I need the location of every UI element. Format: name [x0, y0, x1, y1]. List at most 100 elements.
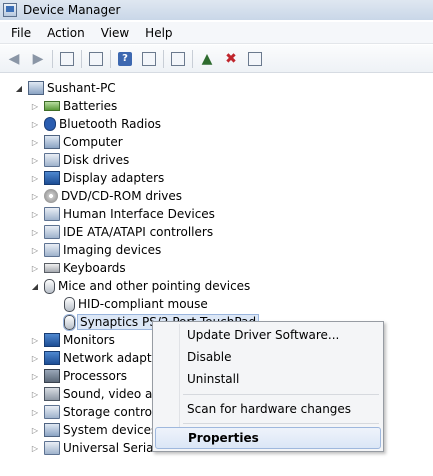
- tree-item-system-devices[interactable]: ▷ System devices: [30, 421, 157, 439]
- tree-item-label: Imaging devices: [63, 243, 162, 257]
- back-icon: ◀: [8, 50, 20, 67]
- tree-item-disk-drives[interactable]: ▷ Disk drives: [30, 151, 129, 169]
- scan-hardware-icon: [171, 51, 185, 66]
- tree-item-mice-pointing-devices[interactable]: ◢ Mice and other pointing devices: [30, 277, 250, 295]
- back-button[interactable]: ◀: [4, 49, 24, 69]
- context-menu: Update Driver Software... Disable Uninst…: [152, 321, 384, 452]
- expand-arrow-icon[interactable]: ▷: [30, 210, 40, 219]
- menu-file[interactable]: File: [4, 24, 38, 42]
- expand-arrow-icon[interactable]: ▷: [30, 228, 40, 237]
- expand-arrow-icon[interactable]: ▷: [30, 246, 40, 255]
- uninstall-button[interactable]: ✖: [221, 49, 241, 69]
- storage-controller-icon: [44, 405, 60, 419]
- uninstall-menu-item[interactable]: Uninstall: [155, 368, 381, 390]
- window-title: Device Manager: [23, 3, 121, 17]
- tree-item-label: Monitors: [63, 333, 115, 347]
- tree-item-human-interface-devices[interactable]: ▷ Human Interface Devices: [30, 205, 215, 223]
- expand-arrow-icon[interactable]: ▷: [30, 156, 40, 165]
- battery-icon: [44, 101, 60, 111]
- expand-arrow-icon[interactable]: ▷: [30, 426, 40, 435]
- tree-item-batteries[interactable]: ▷ Batteries: [30, 97, 117, 115]
- tree-item-label: Processors: [63, 369, 128, 383]
- expand-arrow-icon[interactable]: ▷: [30, 444, 40, 453]
- monitor-icon: [44, 333, 60, 347]
- menu-separator: [183, 394, 379, 395]
- expand-arrow-icon[interactable]: ▷: [30, 408, 40, 417]
- properties-button[interactable]: [86, 49, 106, 69]
- update-driver-icon: ▲: [201, 50, 213, 67]
- expand-arrow-icon[interactable]: ▷: [30, 120, 40, 129]
- menu-separator: [183, 423, 379, 424]
- tree-item-computer[interactable]: ▷ Computer: [30, 133, 123, 151]
- scan-hardware-button[interactable]: [168, 49, 188, 69]
- menu-help[interactable]: Help: [138, 24, 179, 42]
- toolbar-separator: [110, 49, 111, 68]
- tree-item-ide-controllers[interactable]: ▷ IDE ATA/ATAPI controllers: [30, 223, 213, 241]
- expand-arrow-icon[interactable]: ▷: [30, 138, 40, 147]
- mouse-icon: [63, 313, 76, 331]
- tree-item-label: Bluetooth Radios: [59, 117, 162, 131]
- dvd-drive-icon: [44, 189, 58, 203]
- network-adapter-icon: [44, 351, 60, 365]
- update-driver-software-menu-item[interactable]: Update Driver Software...: [155, 324, 381, 346]
- tree-item-display-adapters[interactable]: ▷ Display adapters: [30, 169, 164, 187]
- tree-item-imaging-devices[interactable]: ▷ Imaging devices: [30, 241, 161, 259]
- help-button[interactable]: ?: [115, 49, 135, 69]
- mouse-icon: [44, 278, 55, 294]
- tree-item-dvd-cd-rom-drives[interactable]: ▷ DVD/CD-ROM drives: [30, 187, 182, 205]
- expand-arrow-icon[interactable]: ▷: [30, 372, 40, 381]
- title-bar: Device Manager: [0, 0, 433, 20]
- computer-icon: [28, 81, 44, 95]
- forward-button[interactable]: ▶: [28, 49, 48, 69]
- usb-icon: [44, 441, 60, 455]
- tree-root[interactable]: ◢ Sushant-PC: [14, 79, 116, 97]
- forward-icon: ▶: [32, 50, 44, 67]
- action-pane-icon: [142, 51, 156, 66]
- collapse-arrow-icon[interactable]: ◢: [14, 84, 24, 93]
- show-hide-console-tree-button[interactable]: [57, 49, 77, 69]
- tree-item-processors[interactable]: ▷ Processors: [30, 367, 127, 385]
- expand-arrow-icon[interactable]: ▷: [30, 354, 40, 363]
- menu-bar: File Action View Help: [0, 22, 433, 44]
- expand-arrow-icon[interactable]: ▷: [30, 390, 40, 399]
- expand-arrow-icon[interactable]: ▷: [30, 174, 40, 183]
- properties-menu-item[interactable]: Properties: [155, 427, 381, 449]
- uninstall-icon: ✖: [225, 50, 237, 67]
- ide-controller-icon: [44, 225, 60, 239]
- update-driver-button[interactable]: ▲: [197, 49, 217, 69]
- computer-icon: [44, 135, 60, 149]
- tree-item-label: IDE ATA/ATAPI controllers: [63, 225, 214, 239]
- camera-icon: [44, 243, 60, 257]
- tree-item-bluetooth-radios[interactable]: ▷ Bluetooth Radios: [30, 115, 161, 133]
- tree-item-hid-compliant-mouse[interactable]: HID-compliant mouse: [64, 295, 208, 313]
- tree-item-network-adapters[interactable]: ▷ Network adapters: [30, 349, 170, 367]
- expand-arrow-icon[interactable]: ▷: [30, 102, 40, 111]
- tree-root-label: Sushant-PC: [47, 81, 116, 95]
- scan-hardware-menu-item[interactable]: Scan for hardware changes: [155, 398, 381, 420]
- enable-disable-icon: [248, 51, 262, 66]
- collapse-arrow-icon[interactable]: ◢: [30, 282, 40, 291]
- help-icon: ?: [118, 51, 132, 66]
- enable-disable-button[interactable]: [245, 49, 265, 69]
- menu-view[interactable]: View: [94, 24, 136, 42]
- tree-item-label: System devices: [63, 423, 158, 437]
- processor-icon: [44, 369, 60, 383]
- toolbar-separator: [163, 49, 164, 68]
- toolbar: ◀ ▶ ? ▲ ✖: [0, 45, 433, 73]
- tree-item-keyboards[interactable]: ▷ Keyboards: [30, 259, 126, 277]
- action-pane-button[interactable]: [139, 49, 159, 69]
- tree-item-label: Keyboards: [63, 261, 126, 275]
- disable-menu-item[interactable]: Disable: [155, 346, 381, 368]
- expand-arrow-icon[interactable]: ▷: [30, 192, 40, 201]
- tree-item-monitors[interactable]: ▷ Monitors: [30, 331, 115, 349]
- menu-action[interactable]: Action: [40, 24, 92, 42]
- expand-arrow-icon[interactable]: ▷: [30, 264, 40, 273]
- tree-item-label: HID-compliant mouse: [78, 297, 208, 311]
- disk-drive-icon: [44, 153, 60, 167]
- expand-arrow-icon[interactable]: ▷: [30, 336, 40, 345]
- bluetooth-icon: [44, 117, 56, 131]
- sound-icon: [44, 387, 60, 401]
- system-device-icon: [44, 423, 60, 437]
- mouse-icon: [64, 296, 75, 312]
- device-manager-icon: [3, 3, 17, 17]
